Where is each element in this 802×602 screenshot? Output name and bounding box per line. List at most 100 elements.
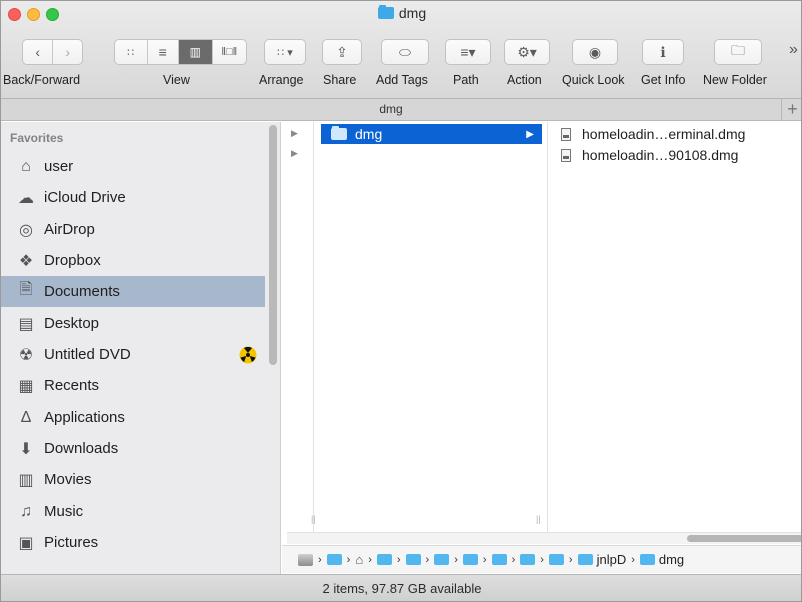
path-bar: › › ⌂ › › › › › › › › jnlpD › dmg bbox=[282, 545, 801, 573]
path-disk[interactable] bbox=[298, 553, 313, 566]
path-folder[interactable] bbox=[548, 554, 564, 565]
cloud-icon: ☁ bbox=[18, 189, 34, 207]
column-folders: dmg ▶ || bbox=[311, 122, 548, 532]
pictures-icon: ▣ bbox=[18, 534, 34, 552]
path-folder[interactable] bbox=[491, 554, 507, 565]
sidebar-item-music[interactable]: ♫ Music bbox=[1, 496, 265, 527]
sidebar-item-recents[interactable]: ▦ Recents bbox=[1, 370, 265, 401]
toolbar-area: dmg ‹ › Back/Forward ∷ ≡ ▥ ‖□‖ View ∷ ▾ … bbox=[1, 1, 801, 99]
view-label: View bbox=[163, 73, 190, 87]
arrange-label: Arrange bbox=[259, 73, 304, 87]
path-folder[interactable] bbox=[462, 554, 478, 565]
back-forward-control[interactable]: ‹ › bbox=[22, 39, 83, 65]
chevron-right-icon: › bbox=[540, 553, 544, 566]
folder-icon bbox=[520, 554, 536, 565]
share-button[interactable]: ⇪ bbox=[322, 39, 362, 65]
home-icon: ⌂ bbox=[21, 157, 31, 175]
sidebar-item-label: AirDrop bbox=[44, 221, 95, 238]
file-row[interactable]: homeloadin…90108.dmg bbox=[561, 145, 738, 165]
view-list-button[interactable]: ≡ bbox=[146, 40, 179, 64]
status-text: 2 items, 97.87 GB available bbox=[322, 581, 482, 596]
home-icon: ⌂ bbox=[355, 552, 364, 567]
new-folder-button[interactable]: 🗀 bbox=[714, 39, 762, 65]
new-folder-icon: 🗀 bbox=[731, 42, 745, 58]
window-title-text: dmg bbox=[398, 5, 427, 21]
chevron-right-icon: › bbox=[318, 553, 322, 566]
get-info-button[interactable]: ℹ bbox=[642, 39, 684, 65]
path-folder-dmg[interactable]: dmg bbox=[639, 552, 684, 567]
get-info-label: Get Info bbox=[641, 73, 686, 87]
folder-icon bbox=[326, 554, 342, 565]
folder-row-selected[interactable]: dmg ▶ bbox=[321, 124, 542, 144]
sidebar-item-user[interactable]: ⌂ user bbox=[1, 151, 265, 182]
tab-title[interactable]: dmg bbox=[1, 102, 781, 116]
sidebar-item-downloads[interactable]: ⬇ Downloads bbox=[1, 433, 265, 464]
toolbar-overflow-button[interactable]: » bbox=[789, 41, 798, 59]
sidebar-item-documents[interactable]: 🗎 Documents bbox=[1, 276, 265, 307]
sidebar-item-label: user bbox=[44, 158, 74, 175]
dvd-icon: ☢ bbox=[18, 346, 34, 364]
horizontal-scrollbar[interactable] bbox=[287, 532, 801, 544]
chevron-right-icon: › bbox=[425, 553, 430, 566]
folder-icon bbox=[548, 554, 564, 565]
column-resize-handle[interactable]: || bbox=[311, 514, 316, 524]
path-folder[interactable] bbox=[326, 554, 342, 565]
sidebar-item-label: Documents bbox=[44, 283, 120, 300]
forward-button[interactable]: › bbox=[52, 40, 82, 64]
folder-icon bbox=[462, 554, 478, 565]
dropbox-icon: ❖ bbox=[18, 252, 34, 270]
path-button[interactable]: ≡▾ bbox=[445, 39, 491, 65]
folder-row-label: dmg bbox=[355, 126, 383, 142]
view-icons-button[interactable]: ∷ bbox=[115, 40, 147, 64]
action-button[interactable]: ⚙▾ bbox=[504, 39, 550, 65]
folder-icon bbox=[377, 5, 394, 19]
view-control[interactable]: ∷ ≡ ▥ ‖□‖ bbox=[114, 39, 247, 65]
sidebar-scrollbar[interactable] bbox=[269, 125, 277, 365]
chevron-left-icon: ‹ bbox=[35, 44, 41, 60]
sidebar-item-label: Music bbox=[44, 503, 84, 520]
gear-icon: ⚙▾ bbox=[517, 43, 537, 60]
sidebar-item-movies[interactable]: ▥ Movies bbox=[1, 464, 265, 495]
chevron-right-icon: ▶ bbox=[526, 128, 534, 140]
add-tab-button[interactable]: + bbox=[781, 99, 801, 121]
view-cover-flow-button[interactable]: ‖□‖ bbox=[211, 40, 246, 64]
sidebar-item-desktop[interactable]: ▤ Desktop bbox=[1, 308, 265, 339]
path-folder-jnlpd[interactable]: jnlpD bbox=[577, 552, 626, 567]
sidebar-item-label: iCloud Drive bbox=[44, 189, 126, 206]
sidebar-item-airdrop[interactable]: ◎ AirDrop bbox=[1, 214, 265, 245]
column-resize-handle[interactable]: || bbox=[536, 514, 541, 524]
back-button[interactable]: ‹ bbox=[23, 40, 52, 64]
folder-icon bbox=[405, 554, 421, 565]
chevron-right-icon: › bbox=[346, 553, 351, 566]
add-tags-button[interactable]: ⬭ bbox=[381, 39, 429, 65]
view-columns-button[interactable]: ▥ bbox=[178, 40, 212, 64]
path-folder[interactable] bbox=[376, 554, 392, 565]
applications-icon: ∆ bbox=[21, 408, 31, 426]
path-icon: ≡▾ bbox=[460, 43, 476, 60]
burn-icon[interactable] bbox=[239, 346, 257, 364]
folder-icon bbox=[376, 554, 392, 565]
path-folder[interactable] bbox=[405, 554, 421, 565]
sidebar-item-untitled-dvd[interactable]: ☢ Untitled DVD bbox=[1, 339, 265, 370]
sidebar-item-icloud-drive[interactable]: ☁ iCloud Drive bbox=[1, 182, 265, 213]
action-label: Action bbox=[507, 73, 542, 87]
chevron-right-icon: › bbox=[368, 553, 372, 566]
new-folder-label: New Folder bbox=[703, 73, 767, 87]
sidebar-item-dropbox[interactable]: ❖ Dropbox bbox=[1, 245, 265, 276]
columns-icon: ▥ bbox=[189, 45, 201, 59]
path-folder[interactable] bbox=[520, 554, 536, 565]
folder-icon bbox=[331, 126, 347, 140]
disk-image-icon bbox=[561, 127, 571, 141]
path-home[interactable]: ⌂ bbox=[355, 552, 363, 567]
arrange-button[interactable]: ∷ ▾ bbox=[264, 39, 306, 65]
quick-look-button[interactable]: ◉ bbox=[572, 39, 618, 65]
desktop-icon: ▤ bbox=[18, 315, 34, 333]
file-row[interactable]: homeloadin…erminal.dmg bbox=[561, 124, 745, 144]
folder-icon bbox=[639, 554, 655, 565]
sidebar-item-applications[interactable]: ∆ Applications bbox=[1, 402, 265, 433]
tab-bar: dmg + bbox=[1, 99, 801, 121]
sidebar-item-pictures[interactable]: ▣ Pictures bbox=[1, 527, 265, 558]
path-folder[interactable] bbox=[434, 554, 450, 565]
horizontal-scroll-thumb[interactable] bbox=[687, 535, 801, 542]
music-icon: ♫ bbox=[20, 502, 32, 520]
